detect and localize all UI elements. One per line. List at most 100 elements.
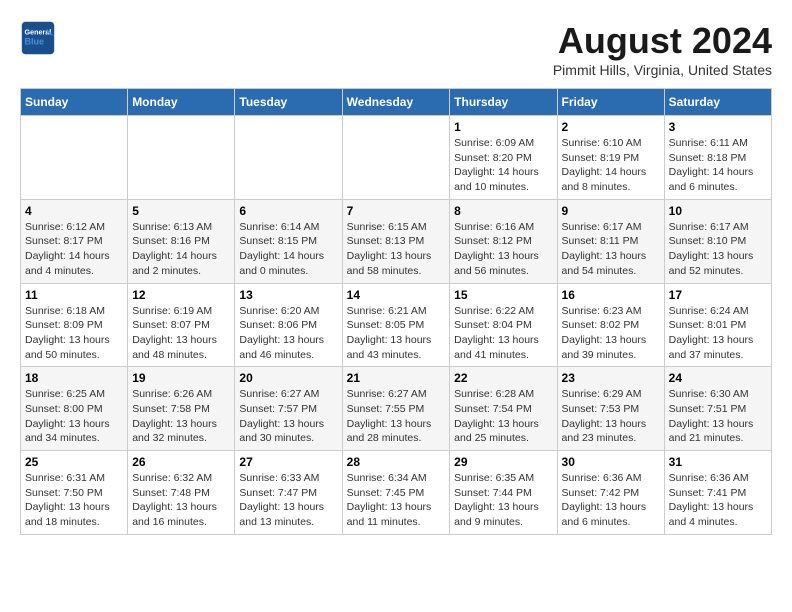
day-number: 10: [669, 204, 767, 218]
calendar-cell: 23 Sunrise: 6:29 AM Sunset: 7:53 PM Dayli…: [557, 367, 664, 451]
day-info: Sunrise: 6:33 AM Sunset: 7:47 PM Dayligh…: [239, 471, 337, 530]
calendar-week-row: 25 Sunrise: 6:31 AM Sunset: 7:50 PM Dayli…: [21, 451, 772, 535]
calendar-header-row: SundayMondayTuesdayWednesdayThursdayFrid…: [21, 89, 772, 116]
day-number: 14: [347, 288, 446, 302]
day-info: Sunrise: 6:13 AM Sunset: 8:16 PM Dayligh…: [132, 220, 230, 279]
location-subtitle: Pimmit Hills, Virginia, United States: [553, 62, 772, 78]
day-info: Sunrise: 6:17 AM Sunset: 8:11 PM Dayligh…: [562, 220, 660, 279]
day-info: Sunrise: 6:35 AM Sunset: 7:44 PM Dayligh…: [454, 471, 552, 530]
calendar-cell: 16 Sunrise: 6:23 AM Sunset: 8:02 PM Dayli…: [557, 283, 664, 367]
day-info: Sunrise: 6:36 AM Sunset: 7:41 PM Dayligh…: [669, 471, 767, 530]
day-info: Sunrise: 6:29 AM Sunset: 7:53 PM Dayligh…: [562, 387, 660, 446]
day-of-week-header: Sunday: [21, 89, 128, 116]
day-of-week-header: Friday: [557, 89, 664, 116]
calendar-week-row: 11Sunrise: 6:18 AM Sunset: 8:09 PM Dayli…: [21, 283, 772, 367]
day-number: 25: [25, 455, 123, 469]
calendar-cell: 14Sunrise: 6:21 AM Sunset: 8:05 PM Dayli…: [342, 283, 450, 367]
day-info: Sunrise: 6:26 AM Sunset: 7:58 PM Dayligh…: [132, 387, 230, 446]
calendar-cell: 21Sunrise: 6:27 AM Sunset: 7:55 PM Dayli…: [342, 367, 450, 451]
day-number: 2: [562, 120, 660, 134]
calendar-cell: [21, 116, 128, 200]
day-info: Sunrise: 6:27 AM Sunset: 7:55 PM Dayligh…: [347, 387, 446, 446]
day-number: 27: [239, 455, 337, 469]
day-number: 7: [347, 204, 446, 218]
day-number: 18: [25, 371, 123, 385]
calendar-cell: 2Sunrise: 6:10 AM Sunset: 8:19 PM Daylig…: [557, 116, 664, 200]
calendar-cell: 8 Sunrise: 6:16 AM Sunset: 8:12 PM Daylig…: [450, 199, 557, 283]
day-of-week-header: Saturday: [664, 89, 771, 116]
day-number: 19: [132, 371, 230, 385]
logo-icon: General Blue: [20, 20, 56, 56]
day-number: 5: [132, 204, 230, 218]
month-year-title: August 2024: [553, 20, 772, 62]
day-info: Sunrise: 6:36 AM Sunset: 7:42 PM Dayligh…: [562, 471, 660, 530]
calendar-cell: 17 Sunrise: 6:24 AM Sunset: 8:01 PM Dayli…: [664, 283, 771, 367]
calendar-cell: 15Sunrise: 6:22 AM Sunset: 8:04 PM Dayli…: [450, 283, 557, 367]
calendar-week-row: 1 Sunrise: 6:09 AM Sunset: 8:20 PM Daylig…: [21, 116, 772, 200]
calendar-cell: 20Sunrise: 6:27 AM Sunset: 7:57 PM Dayli…: [235, 367, 342, 451]
calendar-cell: 19 Sunrise: 6:26 AM Sunset: 7:58 PM Dayli…: [128, 367, 235, 451]
svg-text:Blue: Blue: [25, 36, 45, 46]
day-number: 26: [132, 455, 230, 469]
calendar-cell: 3Sunrise: 6:11 AM Sunset: 8:18 PM Daylig…: [664, 116, 771, 200]
day-number: 16: [562, 288, 660, 302]
calendar-cell: 26Sunrise: 6:32 AM Sunset: 7:48 PM Dayli…: [128, 451, 235, 535]
day-info: Sunrise: 6:19 AM Sunset: 8:07 PM Dayligh…: [132, 304, 230, 363]
calendar-cell: 7 Sunrise: 6:15 AM Sunset: 8:13 PM Daylig…: [342, 199, 450, 283]
day-number: 24: [669, 371, 767, 385]
day-number: 30: [562, 455, 660, 469]
day-number: 9: [562, 204, 660, 218]
day-info: Sunrise: 6:09 AM Sunset: 8:20 PM Dayligh…: [454, 136, 552, 195]
day-number: 8: [454, 204, 552, 218]
day-of-week-header: Tuesday: [235, 89, 342, 116]
day-number: 13: [239, 288, 337, 302]
calendar-cell: 18 Sunrise: 6:25 AM Sunset: 8:00 PM Dayli…: [21, 367, 128, 451]
day-info: Sunrise: 6:20 AM Sunset: 8:06 PM Dayligh…: [239, 304, 337, 363]
calendar-cell: 9 Sunrise: 6:17 AM Sunset: 8:11 PM Daylig…: [557, 199, 664, 283]
calendar-cell: 22 Sunrise: 6:28 AM Sunset: 7:54 PM Dayli…: [450, 367, 557, 451]
day-info: Sunrise: 6:31 AM Sunset: 7:50 PM Dayligh…: [25, 471, 123, 530]
day-number: 28: [347, 455, 446, 469]
day-number: 22: [454, 371, 552, 385]
calendar-cell: 5 Sunrise: 6:13 AM Sunset: 8:16 PM Daylig…: [128, 199, 235, 283]
day-number: 17: [669, 288, 767, 302]
day-number: 3: [669, 120, 767, 134]
logo: General Blue: [20, 20, 56, 56]
calendar-cell: 25 Sunrise: 6:31 AM Sunset: 7:50 PM Dayli…: [21, 451, 128, 535]
calendar-cell: 10Sunrise: 6:17 AM Sunset: 8:10 PM Dayli…: [664, 199, 771, 283]
day-info: Sunrise: 6:28 AM Sunset: 7:54 PM Dayligh…: [454, 387, 552, 446]
calendar-cell: 1 Sunrise: 6:09 AM Sunset: 8:20 PM Daylig…: [450, 116, 557, 200]
day-number: 23: [562, 371, 660, 385]
day-info: Sunrise: 6:14 AM Sunset: 8:15 PM Dayligh…: [239, 220, 337, 279]
day-number: 1: [454, 120, 552, 134]
day-number: 6: [239, 204, 337, 218]
calendar-cell: 6 Sunrise: 6:14 AM Sunset: 8:15 PM Daylig…: [235, 199, 342, 283]
calendar-cell: 24 Sunrise: 6:30 AM Sunset: 7:51 PM Dayli…: [664, 367, 771, 451]
day-info: Sunrise: 6:30 AM Sunset: 7:51 PM Dayligh…: [669, 387, 767, 446]
day-info: Sunrise: 6:18 AM Sunset: 8:09 PM Dayligh…: [25, 304, 123, 363]
calendar-cell: 13 Sunrise: 6:20 AM Sunset: 8:06 PM Dayli…: [235, 283, 342, 367]
calendar-cell: 12 Sunrise: 6:19 AM Sunset: 8:07 PM Dayli…: [128, 283, 235, 367]
day-info: Sunrise: 6:22 AM Sunset: 8:04 PM Dayligh…: [454, 304, 552, 363]
day-number: 4: [25, 204, 123, 218]
day-number: 12: [132, 288, 230, 302]
calendar-cell: 30 Sunrise: 6:36 AM Sunset: 7:42 PM Dayli…: [557, 451, 664, 535]
title-area: August 2024 Pimmit Hills, Virginia, Unit…: [553, 20, 772, 78]
day-info: Sunrise: 6:34 AM Sunset: 7:45 PM Dayligh…: [347, 471, 446, 530]
calendar-cell: 27 Sunrise: 6:33 AM Sunset: 7:47 PM Dayli…: [235, 451, 342, 535]
day-info: Sunrise: 6:16 AM Sunset: 8:12 PM Dayligh…: [454, 220, 552, 279]
day-info: Sunrise: 6:27 AM Sunset: 7:57 PM Dayligh…: [239, 387, 337, 446]
calendar-cell: [128, 116, 235, 200]
calendar-cell: 28 Sunrise: 6:34 AM Sunset: 7:45 PM Dayli…: [342, 451, 450, 535]
page-header: General Blue August 2024 Pimmit Hills, V…: [20, 20, 772, 78]
day-info: Sunrise: 6:25 AM Sunset: 8:00 PM Dayligh…: [25, 387, 123, 446]
day-info: Sunrise: 6:23 AM Sunset: 8:02 PM Dayligh…: [562, 304, 660, 363]
calendar-table: SundayMondayTuesdayWednesdayThursdayFrid…: [20, 88, 772, 535]
day-of-week-header: Monday: [128, 89, 235, 116]
day-number: 29: [454, 455, 552, 469]
calendar-week-row: 18 Sunrise: 6:25 AM Sunset: 8:00 PM Dayli…: [21, 367, 772, 451]
day-number: 31: [669, 455, 767, 469]
calendar-cell: 29 Sunrise: 6:35 AM Sunset: 7:44 PM Dayli…: [450, 451, 557, 535]
day-info: Sunrise: 6:15 AM Sunset: 8:13 PM Dayligh…: [347, 220, 446, 279]
day-info: Sunrise: 6:24 AM Sunset: 8:01 PM Dayligh…: [669, 304, 767, 363]
